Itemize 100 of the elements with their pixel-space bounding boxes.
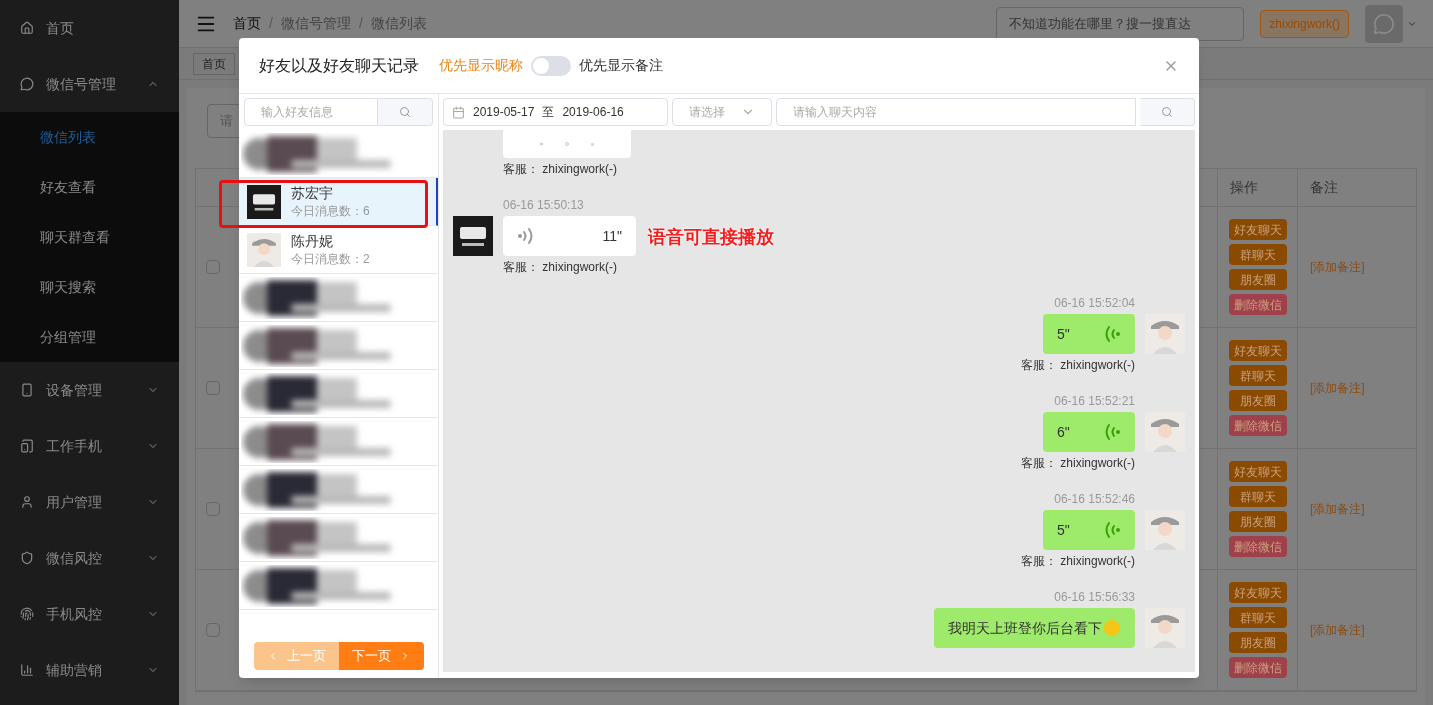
action-button[interactable]: 朋友圈: [1228, 390, 1287, 411]
action-button[interactable]: 删除微信: [1228, 294, 1287, 315]
contact-item[interactable]: [239, 322, 438, 370]
submenu-item[interactable]: 聊天群查看: [0, 212, 179, 262]
page-tab[interactable]: 首页: [193, 52, 235, 75]
row-checkbox[interactable]: [206, 260, 220, 274]
voice-icon: [1103, 324, 1121, 344]
annotation-text: 语音可直接播放: [648, 226, 774, 249]
voice-message[interactable]: 11": [503, 216, 636, 256]
avatar: [247, 184, 281, 219]
submenu-item[interactable]: 微信列表: [0, 112, 179, 162]
menu-item-icon: [20, 77, 34, 91]
message-count: 今日消息数：2: [291, 250, 370, 268]
sidebar-item[interactable]: 首页: [0, 0, 179, 56]
action-button[interactable]: 朋友圈: [1228, 269, 1287, 290]
add-note-link[interactable]: [添加备注]: [1310, 500, 1365, 518]
voice-duration: 5": [1057, 520, 1070, 540]
sidebar-item[interactable]: 手机风控: [0, 586, 179, 642]
sidebar-item[interactable]: 微信号管理: [0, 56, 179, 112]
contact-item[interactable]: 苏宏宇 今日消息数：6: [239, 178, 438, 226]
contact-name: 苏宏宇: [291, 183, 334, 202]
avatar-icon[interactable]: [1365, 4, 1403, 43]
voice-message[interactable]: 5": [1043, 510, 1135, 550]
sidebar-item[interactable]: 用户管理: [0, 474, 179, 530]
action-button[interactable]: 好友聊天: [1228, 340, 1287, 361]
message-time: 06-16 15:52:46: [1054, 492, 1135, 506]
type-select[interactable]: 请选择: [672, 98, 772, 126]
action-button[interactable]: 删除微信: [1228, 536, 1287, 557]
menu-item-icon: [20, 383, 34, 397]
menu-item-icon: [20, 439, 34, 453]
avatar: [453, 216, 493, 256]
voice-icon: [1103, 520, 1121, 540]
menu-item-icon: [20, 551, 34, 565]
breadcrumb-separator: /: [358, 14, 363, 33]
menu-item-icon: [20, 607, 34, 621]
submenu-item[interactable]: 分组管理: [0, 312, 179, 362]
date-range-field[interactable]: 2019-05-17 至 2019-06-16: [443, 98, 668, 126]
avatar: [1145, 510, 1185, 550]
action-button[interactable]: 群聊天: [1228, 607, 1287, 628]
friend-search-field[interactable]: 输入好友信息: [244, 98, 378, 126]
add-note-link[interactable]: [添加备注]: [1310, 258, 1365, 276]
message-sender: 客服： zhixingwork(-): [1021, 554, 1135, 568]
display-toggle[interactable]: [531, 55, 571, 76]
action-button[interactable]: 删除微信: [1228, 657, 1287, 678]
action-button[interactable]: 删除微信: [1228, 415, 1287, 436]
submenu-item[interactable]: 好友查看: [0, 162, 179, 212]
message-time: 06-16 15:52:04: [1054, 296, 1135, 310]
row-checkbox[interactable]: [206, 502, 220, 516]
voice-message[interactable]: 5": [1043, 314, 1135, 354]
breadcrumb-item[interactable]: 微信列表: [370, 13, 427, 34]
voice-icon: [517, 226, 535, 246]
action-button[interactable]: 群聊天: [1228, 244, 1287, 265]
column-header: 操作: [1230, 178, 1258, 197]
page-button[interactable]: 下一页: [339, 642, 424, 670]
action-button[interactable]: 好友聊天: [1228, 219, 1287, 240]
voice-message[interactable]: 6": [1043, 412, 1135, 452]
avatar: [1145, 608, 1185, 648]
message-text: 我明天上班登你后台看下: [948, 618, 1102, 638]
action-button[interactable]: 朋友圈: [1228, 632, 1287, 653]
contact-item[interactable]: [239, 274, 438, 322]
action-button[interactable]: 好友聊天: [1228, 461, 1287, 482]
action-button[interactable]: 朋友圈: [1228, 511, 1287, 532]
contact-item[interactable]: [239, 418, 438, 466]
message-sender: 客服： zhixingwork(-): [1021, 456, 1135, 470]
toggle-label[interactable]: 优先显示备注: [579, 55, 663, 76]
contact-item[interactable]: [239, 130, 438, 178]
contact-item[interactable]: 陈丹妮 今日消息数：2: [239, 226, 438, 274]
action-button[interactable]: 群聊天: [1228, 365, 1287, 386]
action-button[interactable]: 群聊天: [1228, 486, 1287, 507]
submenu-item[interactable]: 聊天搜索: [0, 262, 179, 312]
message-sender: 客服： zhixingwork(-): [503, 162, 617, 176]
add-note-link[interactable]: [添加备注]: [1310, 621, 1365, 639]
avatar: [247, 232, 281, 267]
sidebar-item[interactable]: 工作手机: [0, 418, 179, 474]
sidebar-item[interactable]: 辅助营销: [0, 642, 179, 698]
contact-item[interactable]: [239, 514, 438, 562]
emoji-icon: [1103, 619, 1121, 637]
message-count: 今日消息数：6: [291, 202, 370, 220]
chat-search-field[interactable]: 请输入聊天内容: [776, 98, 1136, 126]
sidebar-item[interactable]: 设备管理: [0, 362, 179, 418]
add-note-link[interactable]: [添加备注]: [1310, 379, 1365, 397]
sidebar-item[interactable]: 微信风控: [0, 530, 179, 586]
breadcrumb-item[interactable]: 首页: [233, 13, 261, 34]
avatar: [1145, 314, 1185, 354]
toggle-label[interactable]: 优先显示昵称: [439, 55, 523, 76]
search-icon: [399, 106, 411, 118]
contact-item[interactable]: [239, 562, 438, 610]
contact-item[interactable]: [239, 370, 438, 418]
breadcrumb-separator: /: [269, 14, 273, 33]
action-button[interactable]: 好友聊天: [1228, 582, 1287, 603]
voice-duration: 11": [602, 226, 622, 246]
message-time: 06-16 15:50:13: [503, 198, 584, 212]
menu-item-icon: [20, 21, 34, 35]
row-checkbox[interactable]: [206, 623, 220, 637]
menu-item-icon: [20, 495, 34, 509]
row-checkbox[interactable]: [206, 381, 220, 395]
voice-duration: 5": [1057, 324, 1070, 344]
contact-item[interactable]: [239, 466, 438, 514]
avatar: [1145, 412, 1185, 452]
contact-name: 陈丹妮: [291, 231, 334, 250]
